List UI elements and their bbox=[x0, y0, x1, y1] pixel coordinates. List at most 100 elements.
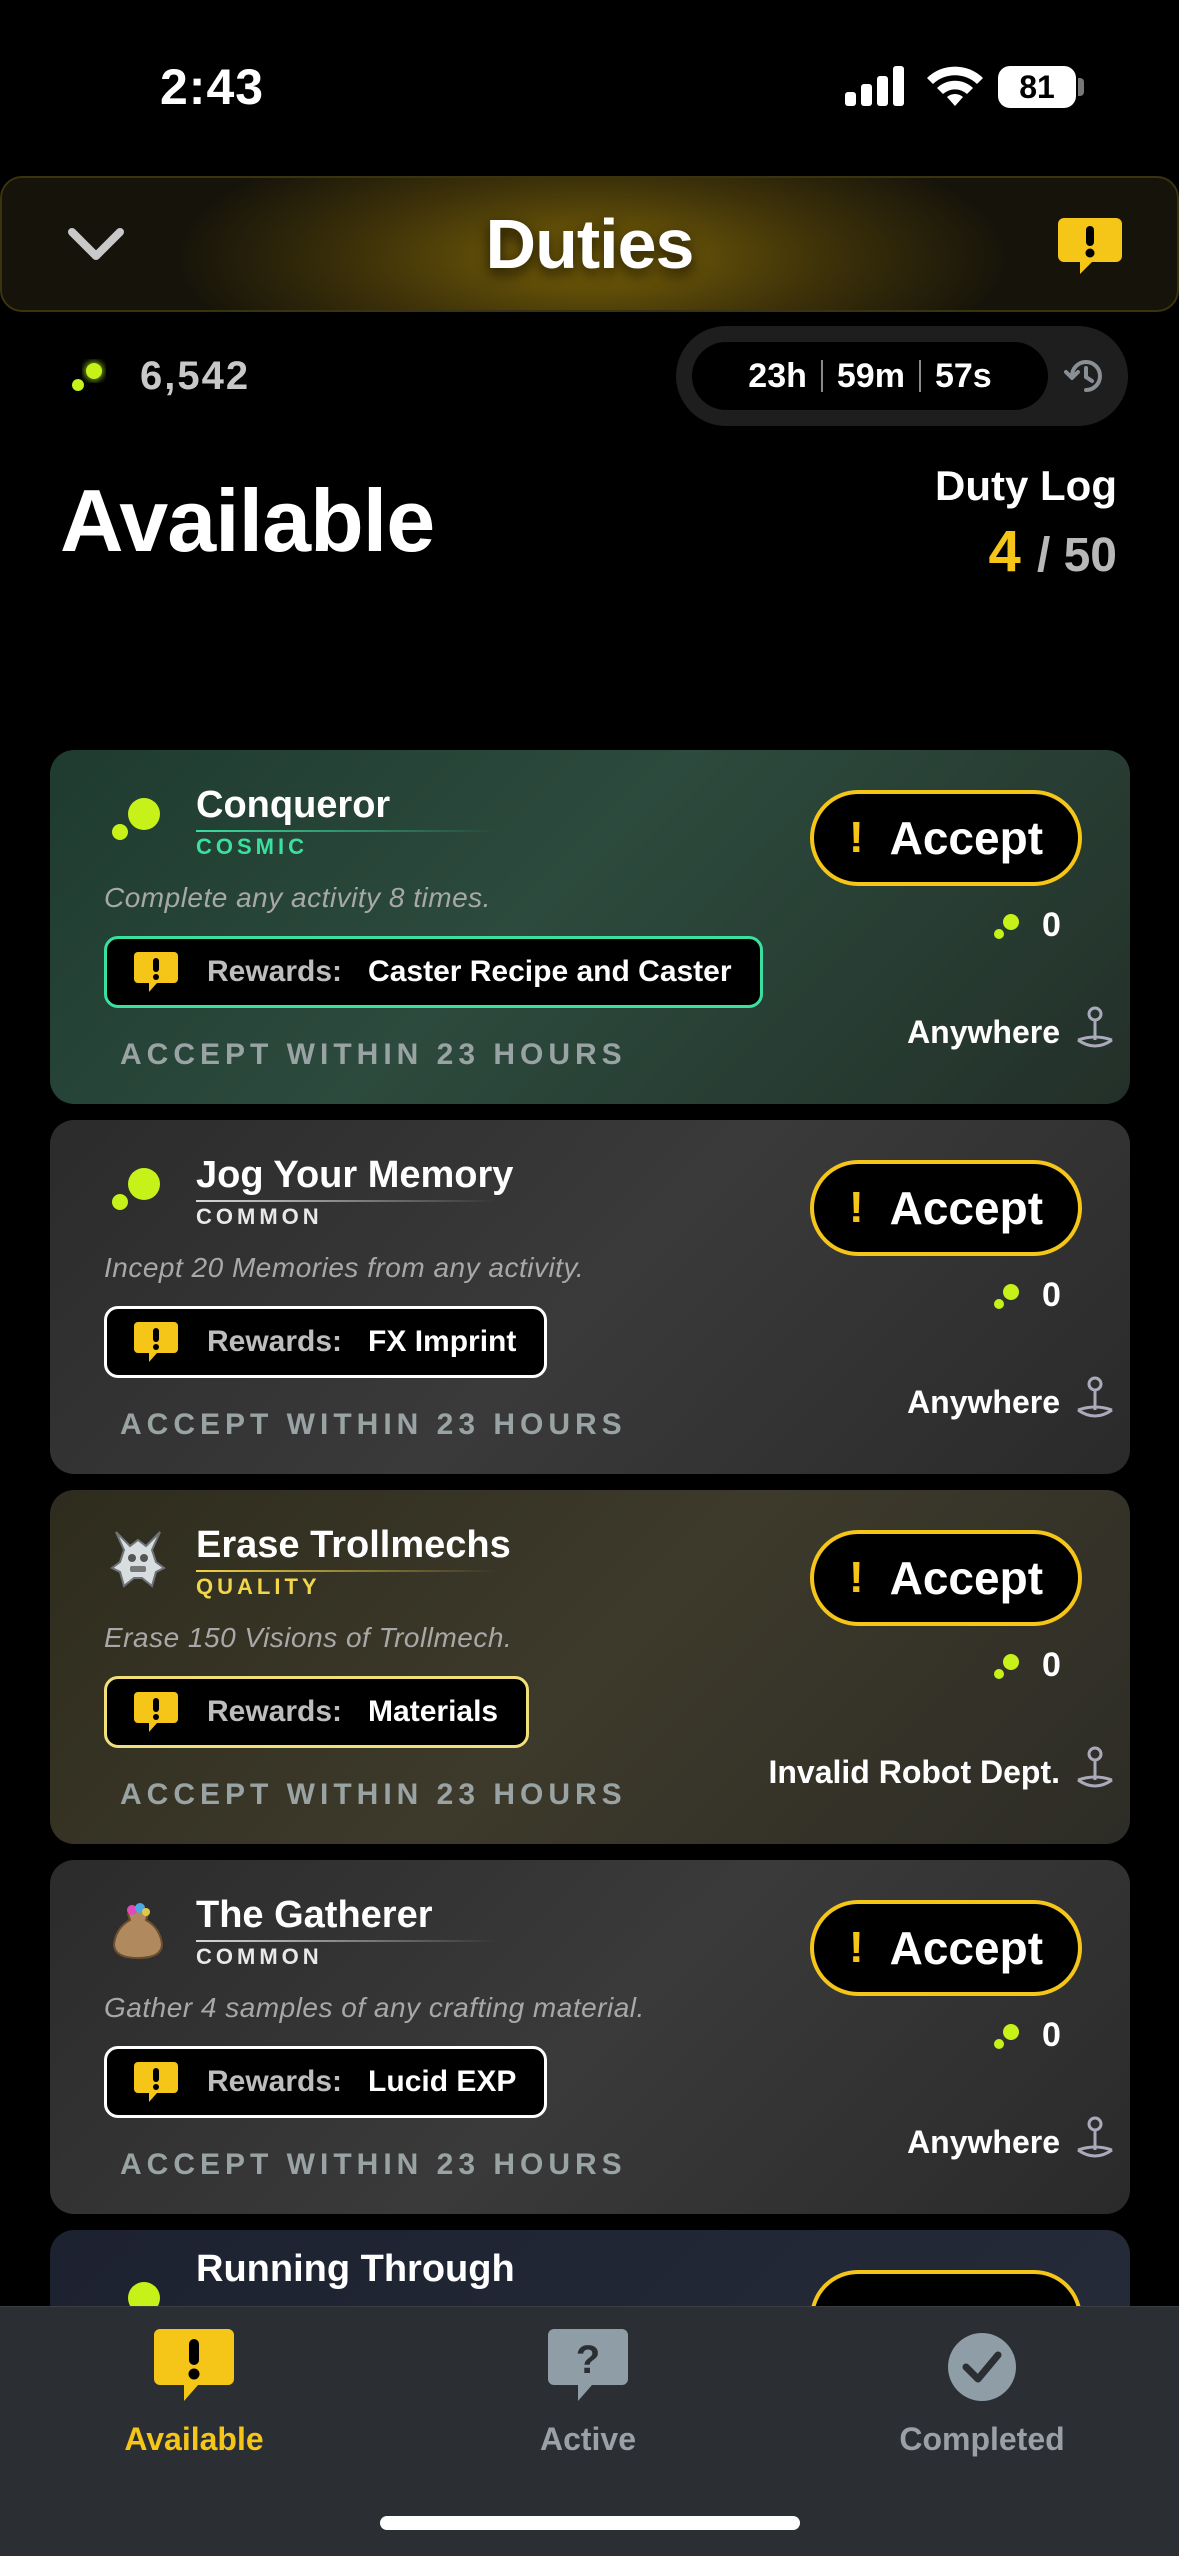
orbs-icon bbox=[994, 913, 1019, 939]
progress-count: 0 bbox=[1042, 1646, 1061, 1684]
duty-card[interactable]: Erase Trollmechs QUALITY Erase 150 Visio… bbox=[50, 1490, 1130, 1844]
joystick-location-icon bbox=[1077, 1746, 1113, 1788]
duty-description: Erase 150 Visions of Trollmech. bbox=[104, 1622, 513, 1653]
accept-button[interactable]: ! Accept bbox=[810, 790, 1082, 886]
section-title: Available bbox=[60, 471, 435, 570]
orbs-icon bbox=[994, 1653, 1019, 1679]
status-bar: 2:43 81 bbox=[0, 0, 1179, 170]
exclamation-bubble-icon bbox=[154, 2329, 234, 2401]
timer-divider bbox=[918, 360, 921, 392]
page-title: Duties bbox=[485, 205, 695, 283]
timer-hours: 23h bbox=[748, 356, 807, 395]
accept-button[interactable]: ! Accept bbox=[810, 1160, 1082, 1256]
duty-log-current: 4 bbox=[988, 519, 1021, 584]
accept-deadline: ACCEPT WITHIN 23 HOURS bbox=[120, 1408, 627, 1441]
duty-title: Running Through bbox=[196, 2248, 515, 2290]
duty-log-label[interactable]: Duty Log bbox=[935, 462, 1117, 510]
duty-card[interactable]: The Gatherer COMMON Gather 4 samples of … bbox=[50, 1860, 1130, 2214]
currency-orbs-icon bbox=[72, 361, 104, 391]
duty-location: Invalid Robot Dept. bbox=[768, 1754, 1060, 1790]
wifi-icon bbox=[927, 66, 983, 106]
accept-label: Accept bbox=[889, 1922, 1044, 1974]
question-bubble-icon: ? bbox=[548, 2329, 628, 2401]
orbs-icon bbox=[112, 798, 160, 840]
accept-deadline: ACCEPT WITHIN 23 HOURS bbox=[120, 2148, 627, 2181]
progress-count: 0 bbox=[1042, 906, 1061, 944]
battery-nub bbox=[1078, 78, 1084, 96]
duty-description: Complete any activity 8 times. bbox=[104, 882, 491, 913]
duty-progress: 0 bbox=[990, 1276, 1061, 1315]
tab-completed[interactable]: Completed bbox=[852, 2327, 1112, 2458]
accept-deadline: ACCEPT WITHIN 23 HOURS bbox=[120, 1778, 627, 1811]
reward-alert-icon bbox=[134, 2062, 178, 2102]
status-time: 2:43 bbox=[160, 59, 265, 115]
duty-card[interactable]: Conqueror COSMIC Complete any activity 8… bbox=[50, 750, 1130, 1104]
timer-divider bbox=[820, 360, 823, 392]
duty-location: Anywhere bbox=[907, 2124, 1060, 2160]
tab-active[interactable]: ? Active bbox=[458, 2327, 718, 2458]
timer-countdown: 23h 59m 57s bbox=[692, 342, 1048, 410]
reset-timer: 23h 59m 57s bbox=[676, 326, 1128, 426]
duty-rarity: COSMIC bbox=[196, 834, 308, 859]
tab-label: Completed bbox=[899, 2421, 1065, 2457]
progress-count: 0 bbox=[1042, 2016, 1061, 2054]
accept-label: Accept bbox=[889, 812, 1044, 864]
joystick-location-icon bbox=[1077, 1006, 1113, 1048]
accept-button[interactable]: ! Accept bbox=[810, 1530, 1082, 1626]
title-underline bbox=[196, 1200, 496, 1202]
duty-progress: 0 bbox=[990, 906, 1061, 945]
joystick-location-icon bbox=[1077, 1376, 1113, 1418]
reward-alert-icon bbox=[134, 1692, 178, 1732]
battery-indicator: 81 bbox=[998, 66, 1076, 108]
duty-description: Incept 20 Memories from any activity. bbox=[104, 1252, 585, 1283]
svg-text:?: ? bbox=[576, 2338, 600, 2382]
duty-card[interactable]: Jog Your Memory COMMON Incept 20 Memorie… bbox=[50, 1120, 1130, 1474]
joystick-location-icon bbox=[1077, 2116, 1113, 2158]
accept-label: Accept bbox=[889, 1182, 1044, 1234]
rewards-label: Rewards: bbox=[207, 1325, 343, 1358]
duty-rarity: COMMON bbox=[196, 1204, 323, 1229]
tab-available[interactable]: Available bbox=[64, 2327, 324, 2458]
exclamation-icon: ! bbox=[848, 813, 864, 862]
rewards-value: FX Imprint bbox=[368, 1325, 517, 1358]
accept-deadline: ACCEPT WITHIN 23 HOURS bbox=[120, 1038, 627, 1071]
rewards-label: Rewards: bbox=[207, 1695, 343, 1728]
duty-progress: 0 bbox=[990, 2016, 1061, 2055]
accept-button[interactable]: ! Accept bbox=[810, 1900, 1082, 1996]
orbs-icon bbox=[994, 2023, 1019, 2049]
trollmech-robot-icon bbox=[110, 1531, 166, 1588]
cellular-signal-icon bbox=[845, 66, 905, 106]
rewards-value: Materials bbox=[368, 1695, 499, 1728]
rewards-box: Rewards: Lucid EXP bbox=[104, 2046, 548, 2118]
currency-display: 6,542 bbox=[66, 348, 250, 404]
progress-count: 0 bbox=[1042, 1276, 1061, 1314]
accept-label: Accept bbox=[889, 1552, 1044, 1604]
duty-title: Conqueror bbox=[196, 784, 391, 826]
duty-progress: 0 bbox=[990, 1646, 1061, 1685]
sack-icon bbox=[112, 1903, 164, 1960]
duty-location: Anywhere bbox=[907, 1384, 1060, 1420]
currency-value: 6,542 bbox=[140, 353, 251, 398]
rewards-label: Rewards: bbox=[207, 2065, 343, 2098]
duty-title: The Gatherer bbox=[196, 1894, 433, 1936]
timer-seconds: 57s bbox=[934, 356, 992, 395]
duty-rarity: COMMON bbox=[196, 1944, 323, 1969]
rewards-label: Rewards: bbox=[207, 955, 343, 988]
title-underline bbox=[196, 830, 496, 832]
home-indicator[interactable] bbox=[380, 2516, 800, 2530]
orbs-icon bbox=[994, 1283, 1019, 1309]
duty-log-total: / 50 bbox=[1036, 529, 1117, 582]
rewards-value: Lucid EXP bbox=[368, 2065, 517, 2098]
reset-clock-icon bbox=[1064, 360, 1102, 392]
duty-rarity: QUALITY bbox=[196, 1574, 321, 1599]
title-underline bbox=[196, 1570, 496, 1572]
orbs-icon bbox=[112, 1168, 160, 1210]
tab-label: Available bbox=[124, 2421, 264, 2457]
timer-minutes: 59m bbox=[836, 356, 905, 395]
notification-alert-icon[interactable] bbox=[1056, 216, 1124, 276]
rewards-box: Rewards: FX Imprint bbox=[104, 1306, 548, 1378]
checkmark-circle-icon bbox=[948, 2333, 1016, 2401]
duty-log-count: 4 / 50 bbox=[989, 518, 1117, 585]
rewards-box: Rewards: Materials bbox=[104, 1676, 530, 1748]
rewards-box: Rewards: Caster Recipe and Caster bbox=[104, 936, 763, 1008]
